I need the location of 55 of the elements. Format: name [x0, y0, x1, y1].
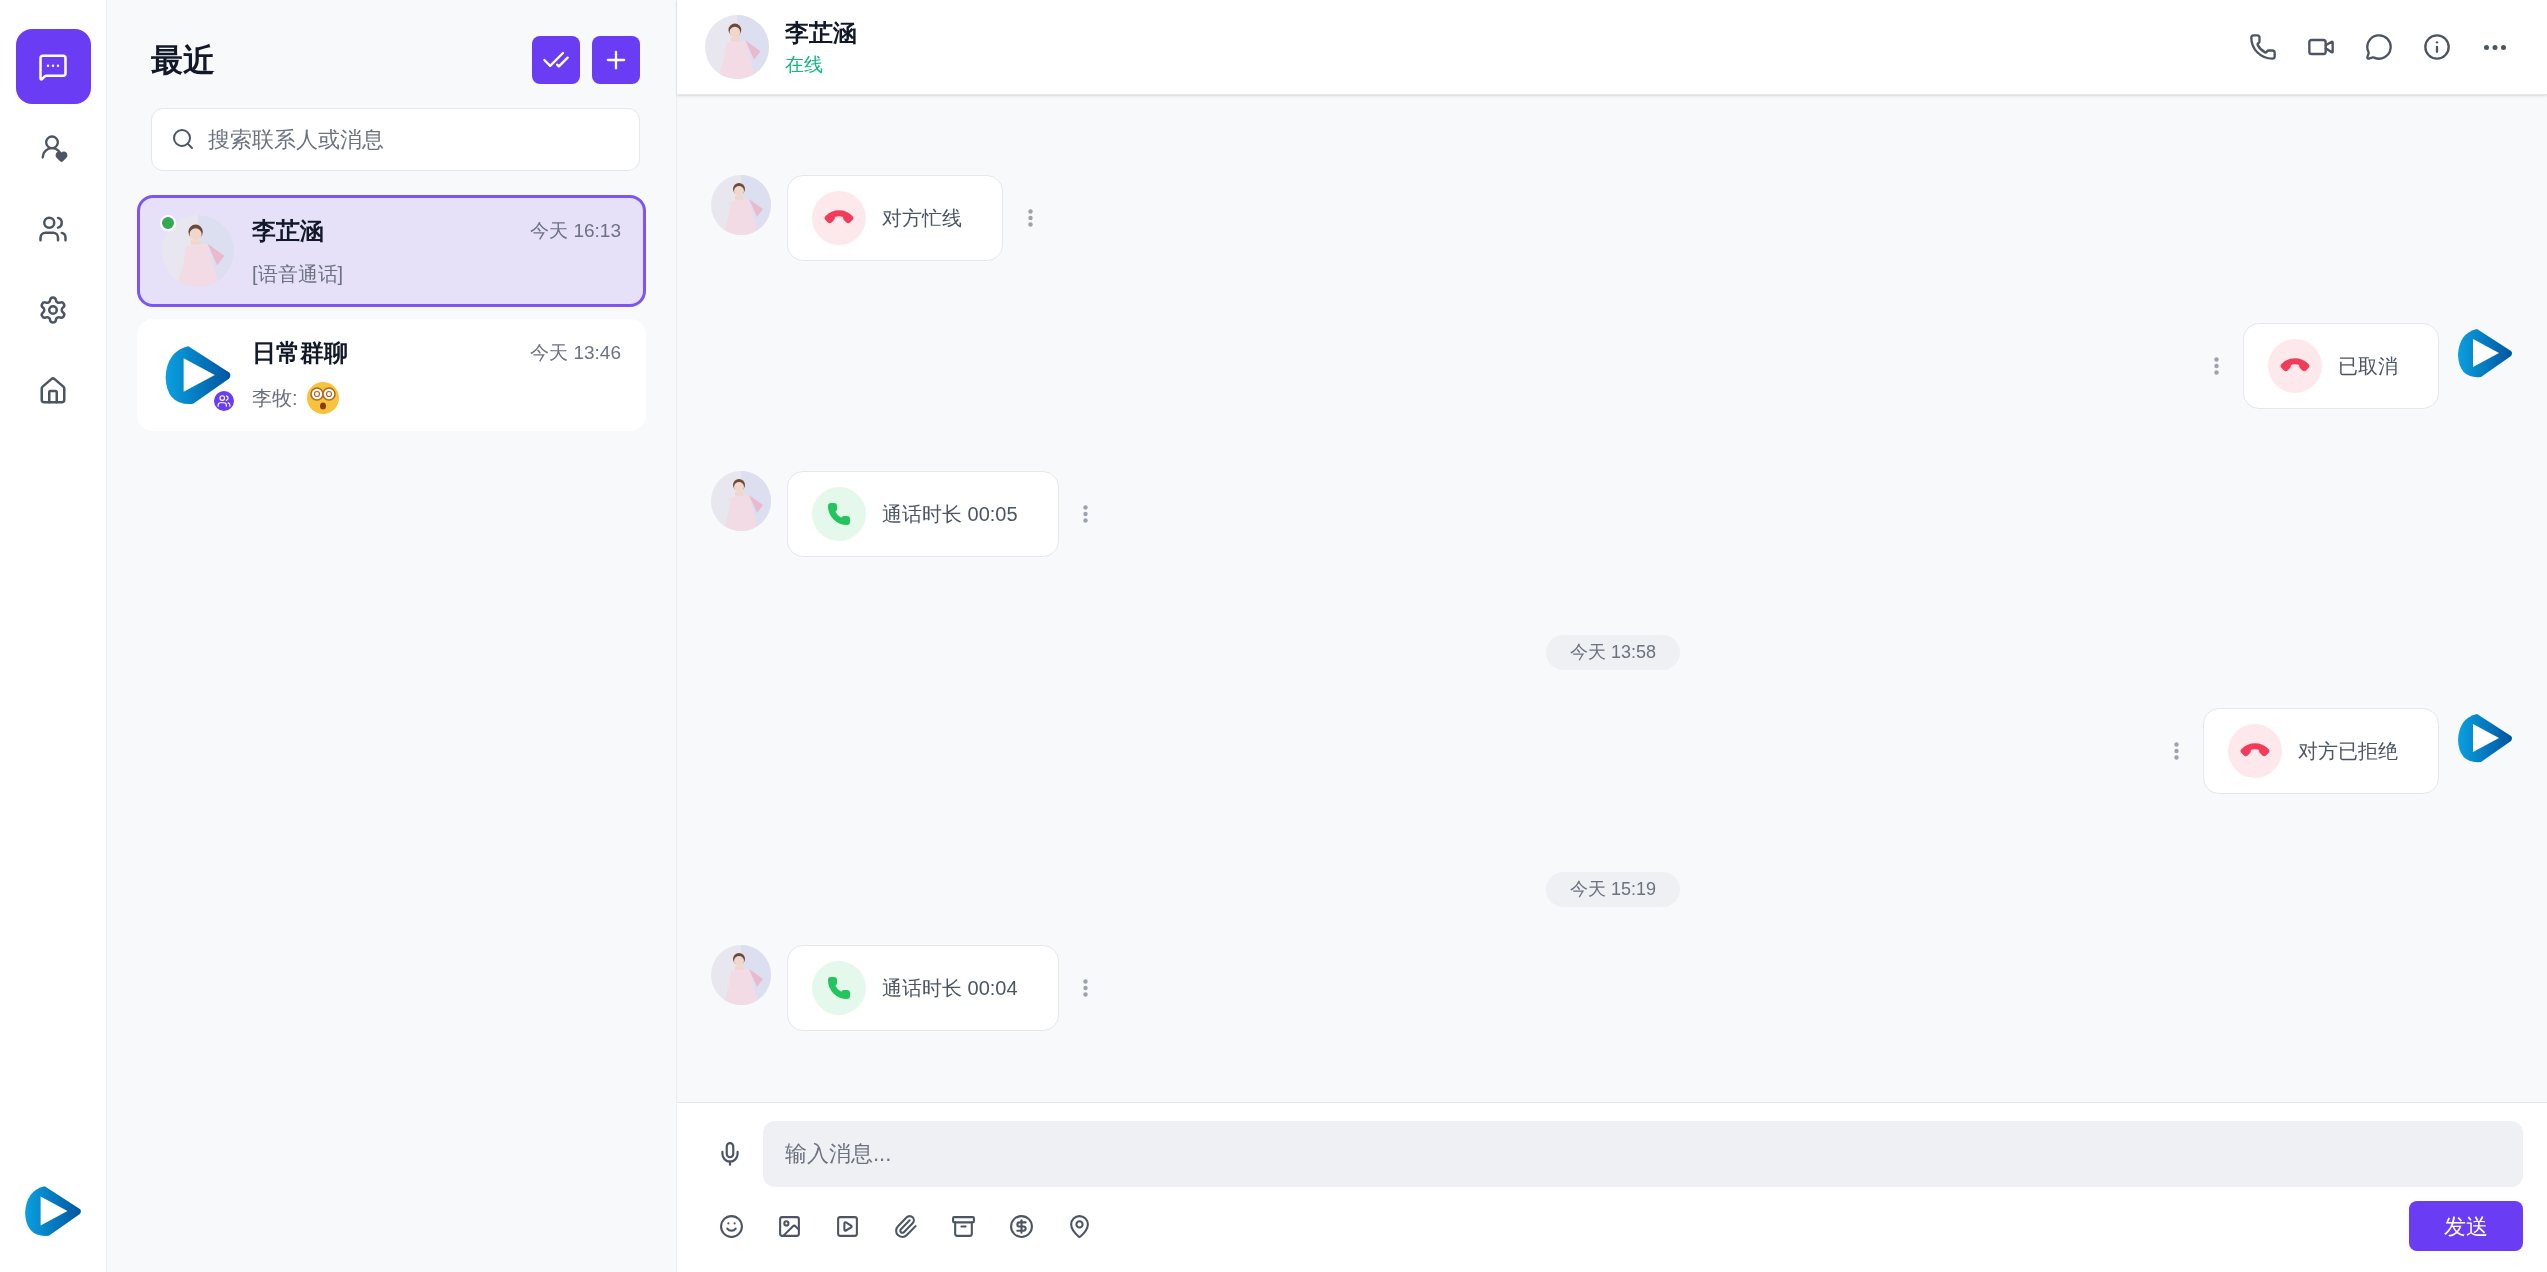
conversation-item[interactable]: 李芷涵 今天 16:13 [语音通话]	[137, 195, 646, 307]
user-heart-icon	[38, 132, 68, 163]
smile-icon	[719, 1213, 744, 1239]
coin-icon	[1009, 1213, 1034, 1239]
phone-icon	[827, 976, 851, 1000]
image-button[interactable]	[777, 1213, 802, 1239]
attachment-button[interactable]	[893, 1213, 918, 1239]
payment-button[interactable]	[1009, 1213, 1034, 1239]
play-icon	[835, 1213, 860, 1239]
send-button[interactable]: 发送	[2409, 1201, 2523, 1251]
more-icon	[2213, 357, 2219, 375]
settings-icon	[38, 294, 68, 325]
location-button[interactable]	[1067, 1213, 1092, 1239]
conversation-item[interactable]: 日常群聊 今天 13:46 李牧:	[137, 319, 646, 431]
message-time: 今天 16:13	[530, 218, 621, 243]
phone-icon	[827, 502, 851, 526]
call-status: 对方已拒绝	[2298, 739, 2399, 764]
chat-title: 李芷涵	[785, 17, 857, 48]
message-input[interactable]: 输入消息...	[763, 1121, 2523, 1187]
more-icon	[2173, 742, 2179, 760]
message-preview: 李牧:	[252, 386, 298, 411]
info-icon	[2423, 33, 2451, 61]
contact-name: 日常群聊	[252, 338, 348, 368]
phone-icon	[2249, 33, 2277, 61]
contact-name: 李芷涵	[252, 216, 324, 246]
more-icon	[1083, 979, 1089, 997]
search-icon	[171, 127, 195, 151]
call-status: 通话时长 00:04	[882, 976, 1019, 1001]
emoji-icon	[305, 381, 340, 415]
more-icon	[1027, 209, 1033, 227]
info-button[interactable]	[2423, 33, 2451, 61]
speech-bubble-icon	[2365, 33, 2393, 61]
nav-item[interactable]	[15, 29, 91, 104]
history-button[interactable]	[2365, 33, 2393, 61]
emoji-button[interactable]	[719, 1213, 744, 1239]
more-icon	[2484, 44, 2506, 50]
paperclip-icon	[893, 1213, 918, 1239]
image-icon	[777, 1213, 802, 1239]
more-icon	[1083, 505, 1089, 523]
voice-call-button[interactable]	[2249, 33, 2277, 61]
map-pin-icon	[1067, 1213, 1092, 1239]
add-button[interactable]	[592, 36, 640, 84]
video-button[interactable]	[835, 1213, 860, 1239]
panel-title: 最近	[151, 41, 215, 80]
message-preview: [语音通话]	[252, 262, 344, 287]
search-field[interactable]: 搜索联系人或消息	[151, 108, 640, 171]
mark-read-button[interactable]	[532, 36, 580, 84]
message-time: 今天 13:46	[530, 340, 621, 365]
archive-button[interactable]	[951, 1213, 976, 1239]
call-status: 对方忙线	[882, 206, 963, 231]
online-status: 在线	[785, 52, 824, 77]
archive-icon	[951, 1213, 976, 1239]
call-status: 已取消	[2338, 354, 2399, 379]
call-status: 通话时长 00:05	[882, 502, 1019, 527]
home-icon	[38, 375, 68, 406]
